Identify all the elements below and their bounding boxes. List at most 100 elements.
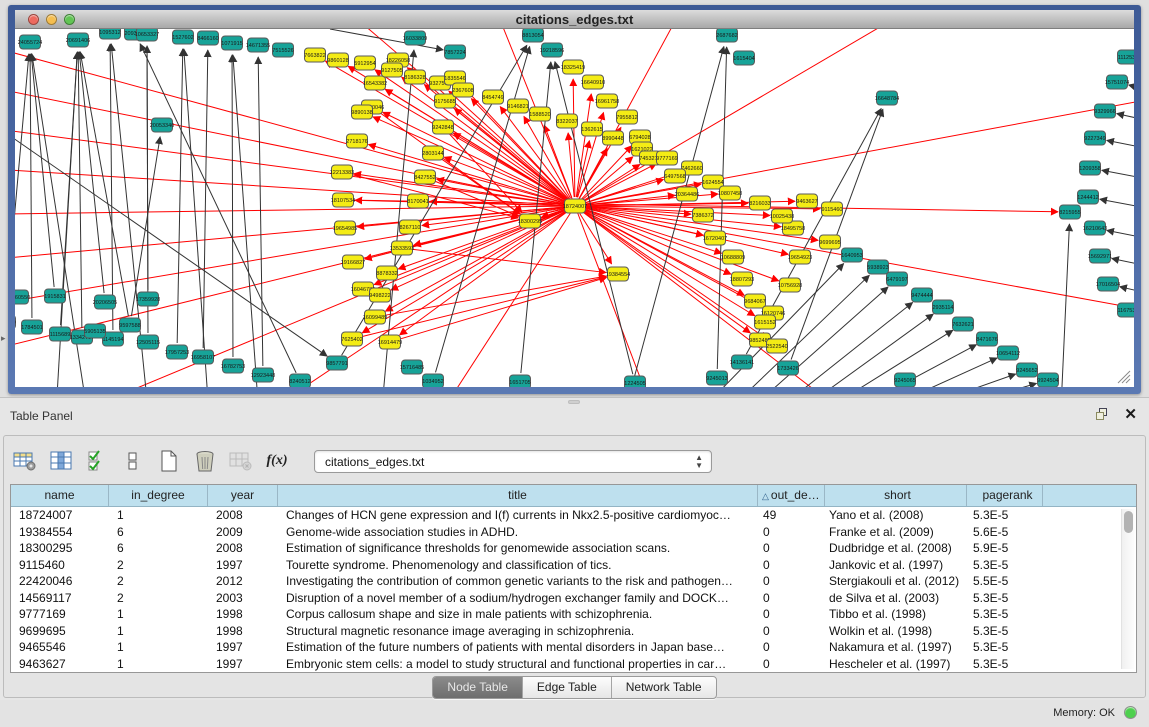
table-row[interactable]: 1456911722003Disruption of a novel membe… bbox=[11, 590, 1136, 607]
table-cell[interactable]: 9463627 bbox=[11, 656, 109, 673]
network-view-window[interactable]: citations_edges.txt 24055724206914061095… bbox=[8, 5, 1141, 394]
table-scrollbar[interactable] bbox=[1121, 509, 1134, 669]
table-cell[interactable]: 6 bbox=[109, 540, 208, 557]
table-row[interactable]: 1830029562008Estimation of significance … bbox=[11, 540, 1136, 557]
table-cell[interactable]: Tibbo et al. (1998) bbox=[825, 606, 967, 623]
table-row[interactable]: 946362711997Embryonic stem cells: a mode… bbox=[11, 656, 1136, 673]
table-cell[interactable]: 5.3E-5 bbox=[967, 590, 1043, 607]
panel-drag-handle[interactable] bbox=[568, 400, 580, 404]
table-cell[interactable]: 49 bbox=[758, 507, 825, 524]
column-header-title[interactable]: title bbox=[278, 485, 758, 506]
column-header-out_de[interactable]: △out_de… bbox=[758, 485, 825, 506]
table-cell[interactable]: 2 bbox=[109, 590, 208, 607]
table-cell[interactable]: 5.3E-5 bbox=[967, 606, 1043, 623]
table-row[interactable]: 1938455462009Genome-wide association stu… bbox=[11, 524, 1136, 541]
table-cell[interactable]: 1998 bbox=[208, 606, 278, 623]
tab-edge-table[interactable]: Edge Table bbox=[523, 677, 612, 698]
network-window-titlebar[interactable]: citations_edges.txt bbox=[15, 10, 1134, 29]
table-cell[interactable]: 0 bbox=[758, 639, 825, 656]
column-header-pagerank[interactable]: pagerank bbox=[967, 485, 1043, 506]
tab-network-table[interactable]: Network Table bbox=[612, 677, 716, 698]
table-row[interactable]: 2242004622012Investigating the contribut… bbox=[11, 573, 1136, 590]
column-select-icon[interactable] bbox=[48, 447, 74, 475]
collapse-arrow-icon[interactable]: ▸ bbox=[1, 333, 6, 344]
table-cell[interactable]: 0 bbox=[758, 557, 825, 574]
table-cell[interactable]: 2009 bbox=[208, 524, 278, 541]
resize-grip-icon[interactable] bbox=[1116, 369, 1132, 385]
table-cell[interactable]: 9777169 bbox=[11, 606, 109, 623]
table-row[interactable]: 977716911998Corpus callosum shape and si… bbox=[11, 606, 1136, 623]
table-cell[interactable]: Jankovic et al. (1997) bbox=[825, 557, 967, 574]
table-cell[interactable]: Wolkin et al. (1998) bbox=[825, 623, 967, 640]
table-cell[interactable]: 1997 bbox=[208, 656, 278, 673]
table-cell[interactable]: 1 bbox=[109, 639, 208, 656]
column-header-in_degree[interactable]: in_degree bbox=[109, 485, 208, 506]
table-cell[interactable]: 5.6E-5 bbox=[967, 524, 1043, 541]
table-cell[interactable]: Dudbridge et al. (2008) bbox=[825, 540, 967, 557]
table-row[interactable]: 1872400712008Changes of HCN gene express… bbox=[11, 507, 1136, 524]
table-cell[interactable]: 0 bbox=[758, 573, 825, 590]
network-canvas[interactable]: 2405572420691406109531220931171065332715… bbox=[15, 29, 1134, 387]
float-panel-icon[interactable] bbox=[1095, 407, 1110, 422]
table-cell[interactable]: Yano et al. (2008) bbox=[825, 507, 967, 524]
new-file-icon[interactable] bbox=[156, 447, 182, 475]
import-table-icon[interactable] bbox=[228, 447, 254, 475]
table-cell[interactable]: 9699695 bbox=[11, 623, 109, 640]
table-cell[interactable]: 1 bbox=[109, 623, 208, 640]
table-cell[interactable]: Tourette syndrome. Phenomenology and cla… bbox=[278, 557, 758, 574]
table-cell[interactable]: 1997 bbox=[208, 639, 278, 656]
table-cell[interactable]: 14569117 bbox=[11, 590, 109, 607]
table-cell[interactable]: 0 bbox=[758, 656, 825, 673]
table-cell[interactable]: 2008 bbox=[208, 507, 278, 524]
table-cell[interactable]: Hescheler et al. (1997) bbox=[825, 656, 967, 673]
column-header-year[interactable]: year bbox=[208, 485, 278, 506]
delete-table-icon[interactable] bbox=[192, 447, 218, 475]
table-cell[interactable]: Structural magnetic resonance image aver… bbox=[278, 623, 758, 640]
table-cell[interactable]: 0 bbox=[758, 540, 825, 557]
table-cell[interactable]: Stergiakouli et al. (2012) bbox=[825, 573, 967, 590]
table-cell[interactable]: 0 bbox=[758, 623, 825, 640]
table-cell[interactable]: 18724007 bbox=[11, 507, 109, 524]
table-cell[interactable]: 19384554 bbox=[11, 524, 109, 541]
table-cell[interactable]: de Silva et al. (2003) bbox=[825, 590, 967, 607]
tab-node-table[interactable]: Node Table bbox=[433, 677, 523, 698]
row-cells-icon[interactable] bbox=[120, 447, 146, 475]
table-cell[interactable]: 2008 bbox=[208, 540, 278, 557]
table-cell[interactable]: 5.3E-5 bbox=[967, 507, 1043, 524]
function-builder-icon[interactable]: f(x) bbox=[264, 447, 290, 475]
table-row[interactable]: 969969511998Structural magnetic resonanc… bbox=[11, 623, 1136, 640]
table-cell[interactable]: Estimation of the future numbers of pati… bbox=[278, 639, 758, 656]
table-cell[interactable]: 1997 bbox=[208, 557, 278, 574]
table-cell[interactable]: 2 bbox=[109, 557, 208, 574]
table-cell[interactable]: Franke et al. (2009) bbox=[825, 524, 967, 541]
table-cell[interactable]: Investigating the contribution of common… bbox=[278, 573, 758, 590]
table-gear-icon[interactable] bbox=[12, 447, 38, 475]
checkbox-select-icon[interactable] bbox=[84, 447, 110, 475]
table-cell[interactable]: 5.5E-5 bbox=[967, 573, 1043, 590]
table-cell[interactable]: 1 bbox=[109, 656, 208, 673]
table-cell[interactable]: 5.3E-5 bbox=[967, 656, 1043, 673]
table-cell[interactable]: 2003 bbox=[208, 590, 278, 607]
table-cell[interactable]: Estimation of significance thresholds fo… bbox=[278, 540, 758, 557]
table-cell[interactable]: Embryonic stem cells: a model to study s… bbox=[278, 656, 758, 673]
table-cell[interactable]: 2 bbox=[109, 573, 208, 590]
table-selector-dropdown[interactable]: citations_edges.txt ▲▼ bbox=[314, 450, 712, 473]
table-cell[interactable]: 1 bbox=[109, 507, 208, 524]
table-cell[interactable]: Nakamura et al. (1997) bbox=[825, 639, 967, 656]
column-header-short[interactable]: short bbox=[825, 485, 967, 506]
table-cell[interactable]: Corpus callosum shape and size in male p… bbox=[278, 606, 758, 623]
table-cell[interactable]: 18300295 bbox=[11, 540, 109, 557]
table-cell[interactable]: 9115460 bbox=[11, 557, 109, 574]
table-scrollbar-thumb[interactable] bbox=[1124, 511, 1133, 533]
table-cell[interactable]: 5.9E-5 bbox=[967, 540, 1043, 557]
table-cell[interactable]: 9465546 bbox=[11, 639, 109, 656]
table-cell[interactable]: 6 bbox=[109, 524, 208, 541]
table-cell[interactable]: 5.3E-5 bbox=[967, 639, 1043, 656]
table-cell[interactable]: 0 bbox=[758, 524, 825, 541]
table-cell[interactable]: 1 bbox=[109, 606, 208, 623]
table-cell[interactable]: 22420046 bbox=[11, 573, 109, 590]
table-row[interactable]: 946554611997Estimation of the future num… bbox=[11, 639, 1136, 656]
table-cell[interactable]: 5.3E-5 bbox=[967, 623, 1043, 640]
table-cell[interactable]: Changes of HCN gene expression and I(f) … bbox=[278, 507, 758, 524]
table-row[interactable]: 911546021997Tourette syndrome. Phenomeno… bbox=[11, 557, 1136, 574]
